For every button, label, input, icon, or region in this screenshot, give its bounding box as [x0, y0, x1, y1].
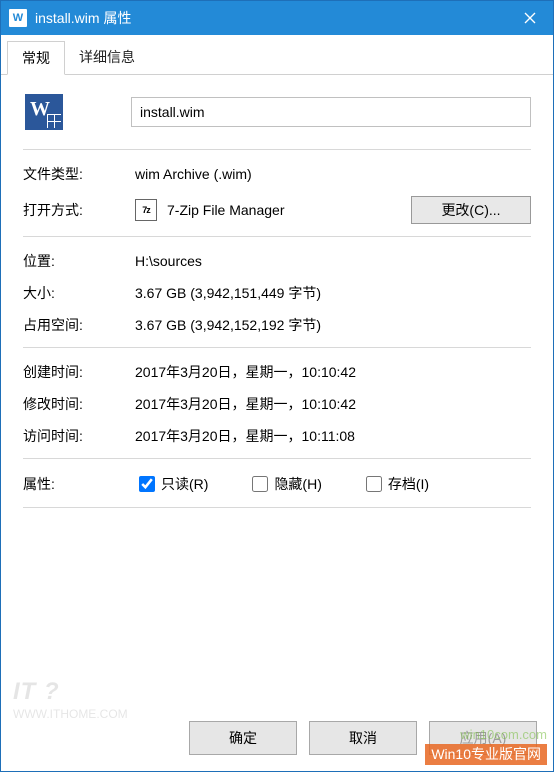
label-created: 创建时间: [23, 362, 135, 382]
value-file-type: wim Archive (.wim) [135, 166, 531, 182]
separator [23, 236, 531, 237]
titlebar: W install.wim 属性 [1, 1, 553, 35]
separator [23, 458, 531, 459]
checkbox-archive[interactable]: 存档(I) [362, 473, 429, 495]
ok-button[interactable]: 确定 [189, 721, 297, 755]
cancel-button[interactable]: 取消 [309, 721, 417, 755]
checkbox-hidden-input[interactable] [252, 476, 268, 492]
value-accessed: 2017年3月20日，星期一，10:11:08 [135, 426, 531, 446]
value-created: 2017年3月20日，星期一，10:10:42 [135, 362, 531, 382]
close-button[interactable] [507, 1, 553, 35]
value-size-on-disk: 3.67 GB (3,942,152,192 字节) [135, 315, 531, 335]
label-attributes: 属性: [23, 474, 135, 494]
file-type-icon [25, 93, 63, 131]
checkbox-hidden[interactable]: 隐藏(H) [248, 473, 321, 495]
apply-button[interactable]: 应用(A) [429, 721, 537, 755]
label-location: 位置: [23, 251, 135, 271]
close-icon [524, 12, 536, 24]
tabstrip: 常规 详细信息 [1, 35, 553, 75]
seven-zip-icon: 7z [135, 199, 157, 221]
label-file-type: 文件类型: [23, 164, 135, 184]
app-icon: W [9, 9, 27, 27]
checkbox-archive-input[interactable] [366, 476, 382, 492]
checkbox-readonly[interactable]: 只读(R) [135, 473, 208, 495]
label-modified: 修改时间: [23, 394, 135, 414]
value-open-with: 7-Zip File Manager [167, 202, 285, 218]
value-size: 3.67 GB (3,942,151,449 字节) [135, 283, 531, 303]
tab-content-general: install.wim 文件类型: wim Archive (.wim) 打开方… [1, 75, 553, 709]
separator [23, 507, 531, 508]
checkbox-readonly-input[interactable] [139, 476, 155, 492]
value-location: H:\sources [135, 253, 531, 269]
separator [23, 149, 531, 150]
separator [23, 347, 531, 348]
label-accessed: 访问时间: [23, 426, 135, 446]
change-button[interactable]: 更改(C)... [411, 196, 531, 224]
checkbox-readonly-label: 只读(R) [161, 474, 208, 494]
tab-general[interactable]: 常规 [7, 41, 65, 75]
label-open-with: 打开方式: [23, 200, 135, 220]
checkbox-archive-label: 存档(I) [388, 474, 429, 494]
label-size-on-disk: 占用空间: [23, 315, 135, 335]
value-modified: 2017年3月20日，星期一，10:10:42 [135, 394, 531, 414]
tab-details[interactable]: 详细信息 [65, 41, 149, 74]
filename-input[interactable]: install.wim [131, 97, 531, 127]
window-title: install.wim 属性 [35, 8, 507, 28]
label-size: 大小: [23, 283, 135, 303]
checkbox-hidden-label: 隐藏(H) [274, 474, 321, 494]
dialog-footer: 确定 取消 应用(A) [1, 709, 553, 771]
